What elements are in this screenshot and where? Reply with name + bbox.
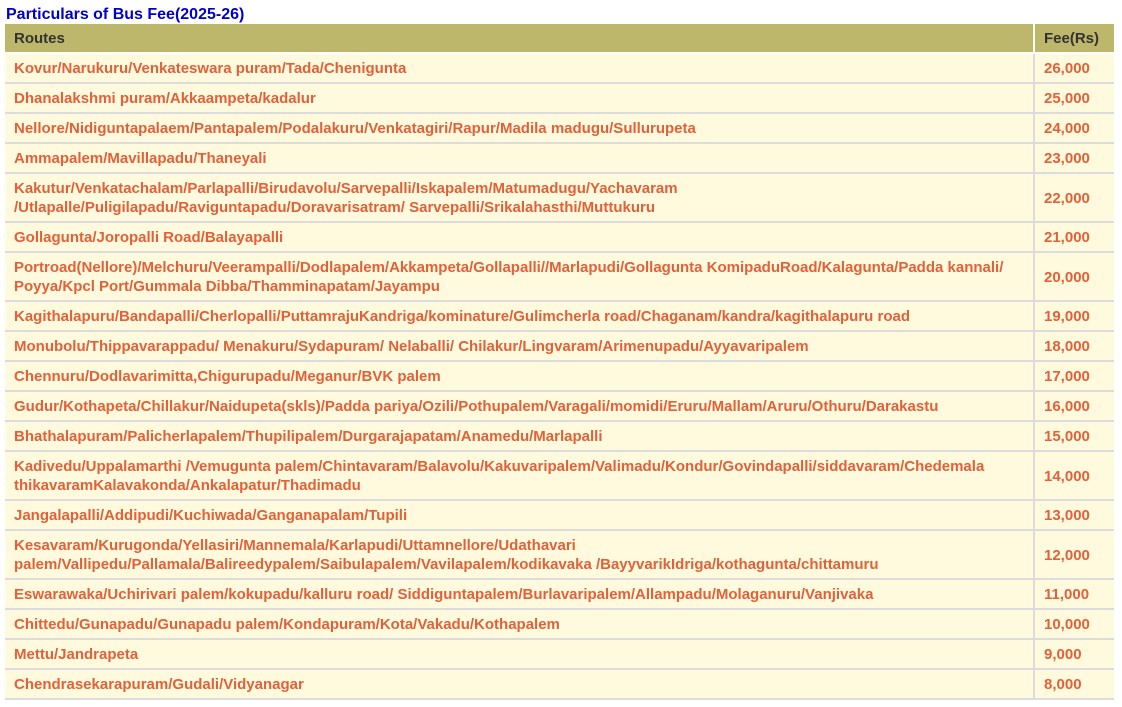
- route-cell: Gollagunta/Joropalli Road/Balayapalli: [5, 223, 1035, 253]
- table-row: Gollagunta/Joropalli Road/Balayapalli 21,…: [5, 223, 1114, 253]
- fee-cell: 21,000: [1035, 223, 1114, 253]
- route-cell: Chittedu/Gunapadu/Gunapadu palem/Kondapu…: [5, 610, 1035, 640]
- fee-cell: 20,000: [1035, 253, 1114, 302]
- fee-cell: 15,000: [1035, 422, 1114, 452]
- route-cell: Portroad(Nellore)/Melchuru/Veerampalli/D…: [5, 253, 1035, 302]
- page-title: Particulars of Bus Fee(2025-26): [6, 6, 245, 23]
- table-row: Eswarawaka/Uchirivari palem/kokupadu/kal…: [5, 580, 1114, 610]
- fee-cell: 18,000: [1035, 332, 1114, 362]
- route-cell: Kakutur/Venkatachalam/Parlapalli/Birudav…: [5, 174, 1035, 223]
- table-row: Kovur/Narukuru/Venkateswara puram/Tada/C…: [5, 54, 1114, 84]
- fee-cell: 19,000: [1035, 302, 1114, 332]
- fee-cell: 22,000: [1035, 174, 1114, 223]
- fee-cell: 10,000: [1035, 610, 1114, 640]
- table-body: Kovur/Narukuru/Venkateswara puram/Tada/C…: [5, 54, 1114, 700]
- route-cell: Dhanalakshmi puram/Akkaampeta/kadalur: [5, 84, 1035, 114]
- routes-column-header: Routes: [5, 24, 1035, 54]
- table-row: Chennuru/Dodlavarimitta,Chigurupadu/Mega…: [5, 362, 1114, 392]
- table-row: Monubolu/Thippavarappadu/ Menakuru/Sydap…: [5, 332, 1114, 362]
- fee-cell: 25,000: [1035, 84, 1114, 114]
- route-cell: Chendrasekarapuram/Gudali/Vidyanagar: [5, 670, 1035, 700]
- table-row: Jangalapalli/Addipudi/Kuchiwada/Ganganap…: [5, 501, 1114, 531]
- table-row: Kesavaram/Kurugonda/Yellasiri/Mannemala/…: [5, 531, 1114, 580]
- table-row: Kadivedu/Uppalamarthi /Vemugunta palem/C…: [5, 452, 1114, 501]
- fee-cell: 8,000: [1035, 670, 1114, 700]
- table-row: Kakutur/Venkatachalam/Parlapalli/Birudav…: [5, 174, 1114, 223]
- route-cell: Bhathalapuram/Palicherlapalem/Thupilipal…: [5, 422, 1035, 452]
- route-cell: Kesavaram/Kurugonda/Yellasiri/Mannemala/…: [5, 531, 1035, 580]
- table-row: Nellore/Nidiguntapalaem/Pantapalem/Podal…: [5, 114, 1114, 144]
- fee-cell: 9,000: [1035, 640, 1114, 670]
- bus-fee-table: Routes Fee(Rs) Kovur/Narukuru/Venkateswa…: [5, 24, 1114, 700]
- fee-cell: 23,000: [1035, 144, 1114, 174]
- fee-cell: 17,000: [1035, 362, 1114, 392]
- fee-cell: 13,000: [1035, 501, 1114, 531]
- fee-cell: 11,000: [1035, 580, 1114, 610]
- fee-cell: 24,000: [1035, 114, 1114, 144]
- table-row: Dhanalakshmi puram/Akkaampeta/kadalur 25,…: [5, 84, 1114, 114]
- route-cell: Chennuru/Dodlavarimitta,Chigurupadu/Mega…: [5, 362, 1035, 392]
- route-cell: Jangalapalli/Addipudi/Kuchiwada/Ganganap…: [5, 501, 1035, 531]
- route-cell: Ammapalem/Mavillapadu/Thaneyali: [5, 144, 1035, 174]
- fee-cell: 12,000: [1035, 531, 1114, 580]
- route-cell: Kadivedu/Uppalamarthi /Vemugunta palem/C…: [5, 452, 1035, 501]
- table-row: Portroad(Nellore)/Melchuru/Veerampalli/D…: [5, 253, 1114, 302]
- table-row: Mettu/Jandrapeta 9,000: [5, 640, 1114, 670]
- route-cell: Monubolu/Thippavarappadu/ Menakuru/Sydap…: [5, 332, 1035, 362]
- route-cell: Mettu/Jandrapeta: [5, 640, 1035, 670]
- fee-cell: 14,000: [1035, 452, 1114, 501]
- route-cell: Eswarawaka/Uchirivari palem/kokupadu/kal…: [5, 580, 1035, 610]
- table-header-row: Routes Fee(Rs): [5, 24, 1114, 54]
- table-row: Gudur/Kothapeta/Chillakur/Naidupeta(skls…: [5, 392, 1114, 422]
- route-cell: Gudur/Kothapeta/Chillakur/Naidupeta(skls…: [5, 392, 1035, 422]
- fee-column-header: Fee(Rs): [1035, 24, 1114, 54]
- table-row: Kagithalapuru/Bandapalli/Cherlopalli/Put…: [5, 302, 1114, 332]
- route-cell: Nellore/Nidiguntapalaem/Pantapalem/Podal…: [5, 114, 1035, 144]
- fee-cell: 26,000: [1035, 54, 1114, 84]
- route-cell: Kagithalapuru/Bandapalli/Cherlopalli/Put…: [5, 302, 1035, 332]
- table-row: Ammapalem/Mavillapadu/Thaneyali 23,000: [5, 144, 1114, 174]
- table-row: Chendrasekarapuram/Gudali/Vidyanagar 8,00…: [5, 670, 1114, 700]
- route-cell: Kovur/Narukuru/Venkateswara puram/Tada/C…: [5, 54, 1035, 84]
- table-row: Chittedu/Gunapadu/Gunapadu palem/Kondapu…: [5, 610, 1114, 640]
- table-row: Bhathalapuram/Palicherlapalem/Thupilipal…: [5, 422, 1114, 452]
- table-header: Routes Fee(Rs): [5, 24, 1114, 54]
- fee-cell: 16,000: [1035, 392, 1114, 422]
